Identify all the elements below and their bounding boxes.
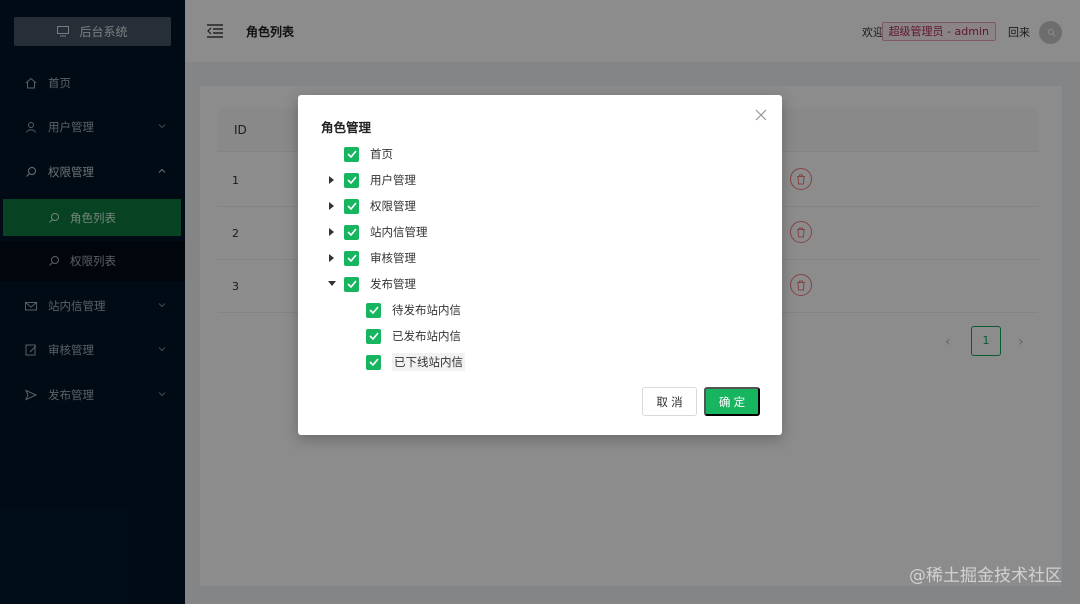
caret-down-icon[interactable] bbox=[326, 275, 338, 293]
cancel-button[interactable]: 取 消 bbox=[642, 387, 697, 416]
dialog-title: 角色管理 bbox=[321, 120, 372, 135]
tree-node-label: 待发布站内信 bbox=[392, 303, 461, 317]
tree-node[interactable]: 待发布站内信 bbox=[348, 301, 461, 319]
tree-node-label: 站内信管理 bbox=[370, 225, 428, 239]
checkbox[interactable] bbox=[344, 250, 359, 266]
tree-node[interactable]: 权限管理 bbox=[326, 197, 416, 215]
checkbox[interactable] bbox=[366, 354, 381, 370]
caret-right-icon[interactable] bbox=[326, 223, 338, 241]
tree-node[interactable]: 已下线站内信 bbox=[348, 353, 465, 371]
role-management-dialog: 角色管理 首页用户管理权限管理站内信管理审核管理发布管理待发布站内信 已发布站内信… bbox=[298, 95, 782, 435]
tree-node-label: 权限管理 bbox=[370, 199, 416, 213]
tree-node-label: 已下线站内信 bbox=[392, 353, 465, 371]
tree-node-label: 发布管理 bbox=[370, 277, 416, 291]
tree-node[interactable]: 用户管理 bbox=[326, 171, 416, 189]
watermark: @稀土掘金技术社区 bbox=[909, 566, 1062, 586]
caret-right-icon[interactable] bbox=[326, 197, 338, 215]
close-icon[interactable] bbox=[754, 108, 768, 122]
caret-right-icon[interactable] bbox=[326, 171, 338, 189]
checkbox[interactable] bbox=[344, 146, 359, 162]
tree-node[interactable]: 首页 bbox=[326, 145, 393, 163]
checkbox[interactable] bbox=[344, 276, 359, 292]
tree-node[interactable]: 审核管理 bbox=[326, 249, 416, 267]
checkbox[interactable] bbox=[344, 224, 359, 240]
caret-right-icon[interactable] bbox=[326, 249, 338, 267]
tree-node[interactable]: 已发布站内信 bbox=[348, 327, 461, 345]
checkbox[interactable] bbox=[366, 302, 381, 318]
tree-node-label: 用户管理 bbox=[370, 173, 416, 187]
confirm-button[interactable]: 确 定 bbox=[704, 387, 760, 416]
tree-node[interactable]: 发布管理 bbox=[326, 275, 416, 293]
tree-node[interactable]: 站内信管理 bbox=[326, 223, 428, 241]
tree-node-label: 首页 bbox=[370, 147, 393, 161]
checkbox[interactable] bbox=[344, 172, 359, 188]
checkbox[interactable] bbox=[344, 198, 359, 214]
checkbox[interactable] bbox=[366, 328, 381, 344]
tree-node-label: 审核管理 bbox=[370, 251, 416, 265]
tree-node-label: 已发布站内信 bbox=[392, 329, 461, 343]
